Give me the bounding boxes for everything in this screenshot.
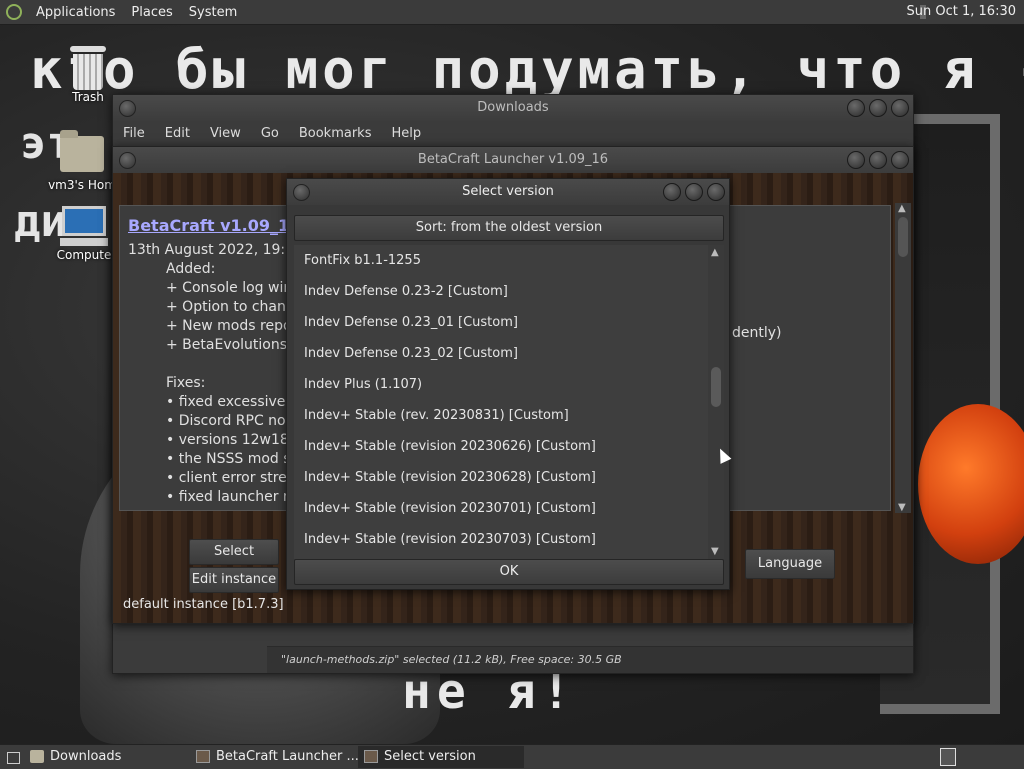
taskbar-item-downloads[interactable]: Downloads — [24, 746, 190, 768]
downloads-titlebar[interactable]: Downloads — [113, 95, 913, 121]
trash-icon — [70, 46, 106, 90]
maximize-button[interactable] — [869, 151, 887, 169]
downloads-statusbar: "launch-methods.zip" selected (11.2 kB),… — [267, 646, 913, 673]
top-panel: Applications Places System Sun Oct 1, 16… — [0, 0, 1024, 25]
scroll-down-icon[interactable]: ▼ — [898, 502, 906, 513]
betacraft-icon — [364, 750, 378, 763]
maximize-button[interactable] — [869, 99, 887, 117]
scroll-up-icon[interactable]: ▲ — [898, 203, 906, 214]
version-list-item[interactable]: Indev+ Stable (revision 20230701) [Custo… — [294, 493, 714, 524]
desktop-icon-label: vm3's Hom — [48, 178, 116, 192]
version-list-item[interactable]: Indev Defense 0.23-2 [Custom] — [294, 276, 714, 307]
menu-view[interactable]: View — [200, 126, 251, 141]
desktop-icon-home[interactable]: vm3's Hom — [42, 130, 122, 192]
window-menu-button[interactable] — [119, 152, 136, 169]
version-list-item[interactable]: Indev+ Stable (revision 20230626) [Custo… — [294, 431, 714, 462]
workspace-switcher[interactable] — [940, 748, 956, 766]
distro-logo-icon[interactable] — [6, 4, 22, 20]
close-button[interactable] — [891, 99, 909, 117]
scrollbar-thumb[interactable] — [711, 367, 721, 407]
taskbar: Downloads BetaCraft Launcher ... Select … — [0, 744, 1024, 769]
select-version-button[interactable]: Select version — [189, 539, 279, 583]
home-folder-icon — [60, 130, 104, 172]
betacraft-titlebar[interactable]: BetaCraft Launcher v1.09_16 — [113, 147, 913, 173]
sort-order-button[interactable]: Sort: from the oldest version — [294, 215, 724, 241]
select-version-dialog: Select version Sort: from the oldest ver… — [286, 178, 730, 590]
ok-button[interactable]: OK — [294, 559, 724, 585]
version-list-item[interactable]: Indev Defense 0.23_02 [Custom] — [294, 338, 714, 369]
minimize-button[interactable] — [847, 151, 865, 169]
menu-applications[interactable]: Applications — [28, 5, 123, 20]
taskbar-item-label: Select version — [384, 749, 476, 764]
version-list-item[interactable]: Indev+ Stable (rev. 20230831) [Custom] — [294, 400, 714, 431]
window-menu-button[interactable] — [119, 100, 136, 117]
taskbar-item-betacraft[interactable]: BetaCraft Launcher ... — [190, 746, 358, 768]
edit-instance-button[interactable]: Edit instance — [189, 567, 279, 593]
menu-edit[interactable]: Edit — [155, 126, 200, 141]
close-button[interactable] — [891, 151, 909, 169]
betacraft-icon — [196, 750, 210, 763]
clock[interactable]: Sun Oct 1, 16:30 — [907, 4, 1016, 19]
version-list-scrollbar[interactable]: ▲ ▼ — [708, 245, 724, 559]
betacraft-title: BetaCraft Launcher v1.09_16 — [417, 152, 609, 167]
minimize-button[interactable] — [663, 183, 681, 201]
version-list-item[interactable]: Indev Defense 0.23_01 [Custom] — [294, 307, 714, 338]
select-version-titlebar[interactable]: Select version — [287, 179, 729, 205]
show-desktop-icon[interactable] — [2, 746, 24, 768]
version-list-item[interactable]: FontFix b1.1-1255 — [294, 245, 714, 276]
scrollbar-thumb[interactable] — [898, 217, 908, 257]
taskbar-item-label: Downloads — [50, 749, 122, 764]
instance-label: default instance [b1.7.3] — [123, 597, 284, 612]
menu-go[interactable]: Go — [251, 126, 289, 141]
maximize-button[interactable] — [685, 183, 703, 201]
folder-icon — [30, 750, 44, 763]
changelog-scrollbar[interactable]: ▲ ▼ — [895, 203, 911, 513]
downloads-sidepane — [113, 625, 267, 673]
menu-system[interactable]: System — [181, 5, 245, 20]
downloads-menubar: File Edit View Go Bookmarks Help — [113, 121, 913, 145]
wallpaper-text: кто бы мог подумать, что я - — [30, 38, 1024, 101]
menu-bookmarks[interactable]: Bookmarks — [289, 126, 382, 141]
taskbar-item-select-version[interactable]: Select version — [358, 746, 524, 768]
top-panel-menus: Applications Places System — [28, 5, 245, 20]
version-list[interactable]: FontFix b1.1-1255 Indev Defense 0.23-2 [… — [294, 245, 714, 559]
menu-file[interactable]: File — [113, 126, 155, 141]
select-version-title: Select version — [462, 184, 554, 199]
window-menu-button[interactable] — [293, 184, 310, 201]
version-list-item[interactable]: Indev+ Stable (revision 20230628) [Custo… — [294, 462, 714, 493]
menu-places[interactable]: Places — [123, 5, 180, 20]
minimize-button[interactable] — [847, 99, 865, 117]
language-button[interactable]: Language — [745, 549, 835, 579]
computer-icon — [60, 206, 108, 246]
version-list-item[interactable]: Indev+ Stable (revision 20230703) [Custo… — [294, 524, 714, 555]
menu-help[interactable]: Help — [381, 126, 431, 141]
downloads-title: Downloads — [477, 100, 549, 115]
version-list-item[interactable]: Indev Plus (1.107) — [294, 369, 714, 400]
taskbar-item-label: BetaCraft Launcher ... — [216, 749, 358, 764]
scroll-up-icon[interactable]: ▲ — [711, 247, 719, 258]
changelog-overflow-text: dently) — [732, 325, 782, 341]
close-button[interactable] — [707, 183, 725, 201]
scroll-down-icon[interactable]: ▼ — [711, 546, 719, 557]
